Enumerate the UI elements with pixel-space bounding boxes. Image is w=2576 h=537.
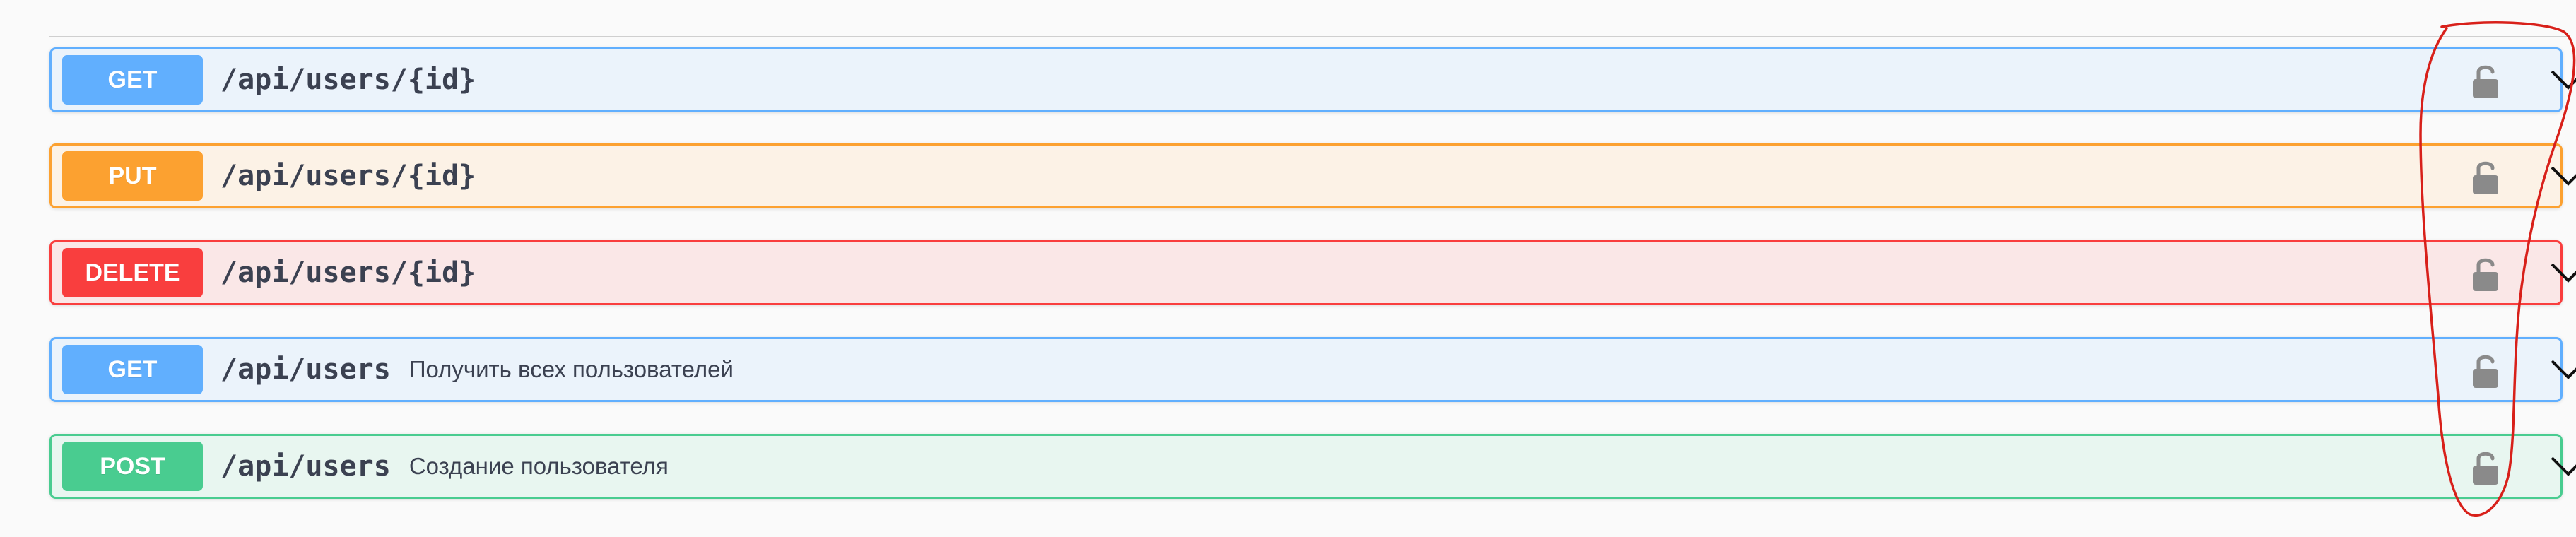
method-badge: GET: [62, 345, 203, 394]
method-badge: GET: [62, 55, 203, 105]
operation-path: /api/users: [220, 450, 391, 483]
chevron-down-icon[interactable]: [2550, 261, 2576, 285]
unlocked-padlock-icon[interactable]: [2468, 352, 2503, 389]
chevron-down-icon[interactable]: [2550, 164, 2576, 188]
method-badge: POST: [62, 442, 203, 491]
operation-get-all-users[interactable]: GET /api/users Получить всех пользовател…: [49, 337, 2576, 402]
method-badge: PUT: [62, 151, 203, 201]
unlocked-padlock-icon[interactable]: [2468, 62, 2503, 99]
operation-delete-user-by-id[interactable]: DELETE /api/users/{id}: [49, 240, 2576, 305]
operation-path: /api/users/{id}: [220, 160, 476, 192]
operation-summary: Создание пользователя: [408, 453, 669, 479]
section-divider: [49, 36, 2567, 37]
chevron-down-icon[interactable]: [2550, 68, 2576, 92]
operation-get-user-by-id[interactable]: GET /api/users/{id}: [49, 47, 2576, 112]
unlocked-padlock-icon[interactable]: [2468, 449, 2503, 485]
operation-summary: Получить всех пользователей: [408, 356, 734, 382]
operation-path: /api/users/{id}: [220, 64, 476, 96]
operation-path: /api/users: [220, 353, 391, 386]
chevron-down-icon[interactable]: [2550, 454, 2576, 478]
operation-put-user-by-id[interactable]: PUT /api/users/{id}: [49, 143, 2576, 208]
chevron-down-icon[interactable]: [2550, 358, 2576, 382]
method-badge: DELETE: [62, 248, 203, 297]
operation-post-create-user[interactable]: POST /api/users Создание пользователя: [49, 434, 2576, 499]
unlocked-padlock-icon[interactable]: [2468, 255, 2503, 292]
unlocked-padlock-icon[interactable]: [2468, 158, 2503, 195]
operation-path: /api/users/{id}: [220, 256, 476, 289]
